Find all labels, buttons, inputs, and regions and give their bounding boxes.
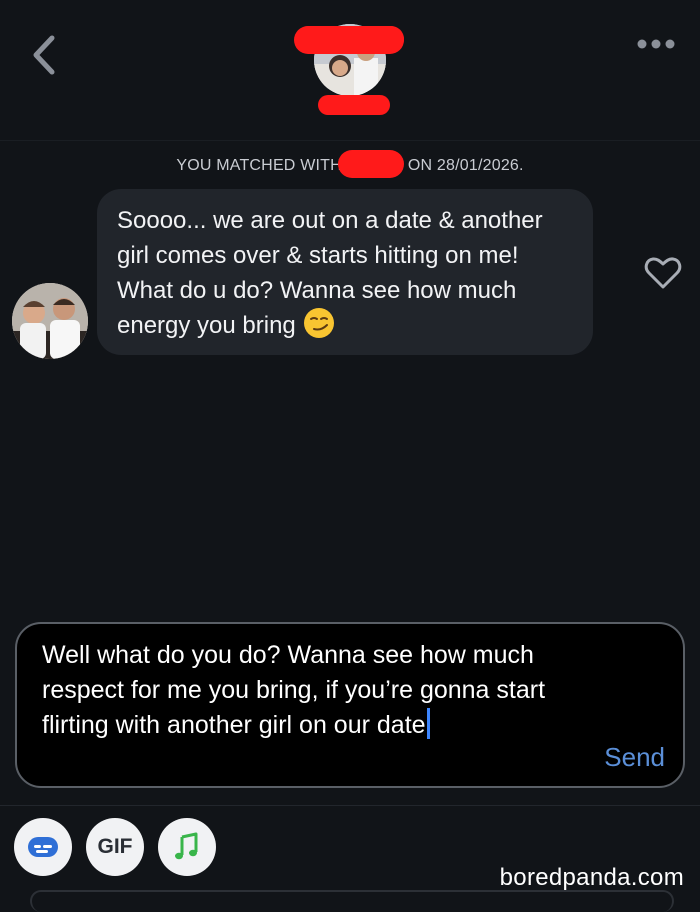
smirking-face-icon [303,308,334,338]
bottom-bar [30,890,674,912]
redacted-name [294,26,404,54]
music-button[interactable] [158,818,216,876]
card-icon [28,837,58,857]
gif-label: GIF [97,835,133,858]
message-composer[interactable]: Well what do you do? Wanna see how much … [15,622,685,788]
draft-text: Well what do you do? Wanna see how much … [42,641,546,739]
chevron-left-icon[interactable] [28,34,60,76]
watermark: boredpanda.com [499,864,684,891]
heart-outline-icon[interactable] [644,256,682,290]
message-bubble[interactable]: Soooo... we are out on a date & another … [97,189,593,355]
divider [0,805,700,806]
sender-avatar[interactable] [12,283,88,359]
redacted-name [338,150,404,178]
chat-header [0,0,700,141]
text-caret [426,708,430,739]
message-input[interactable]: Well what do you do? Wanna see how much … [42,638,562,743]
send-button[interactable]: Send [604,742,665,773]
ellipsis-icon[interactable] [634,30,678,58]
match-note-prefix: YOU MATCHED WITH [176,157,342,174]
music-note-icon [175,832,198,860]
redacted-label [318,95,390,115]
gif-button[interactable]: GIF [86,818,144,876]
match-note-suffix: ON 28/01/2026. [407,157,524,174]
card-button[interactable] [14,818,72,876]
